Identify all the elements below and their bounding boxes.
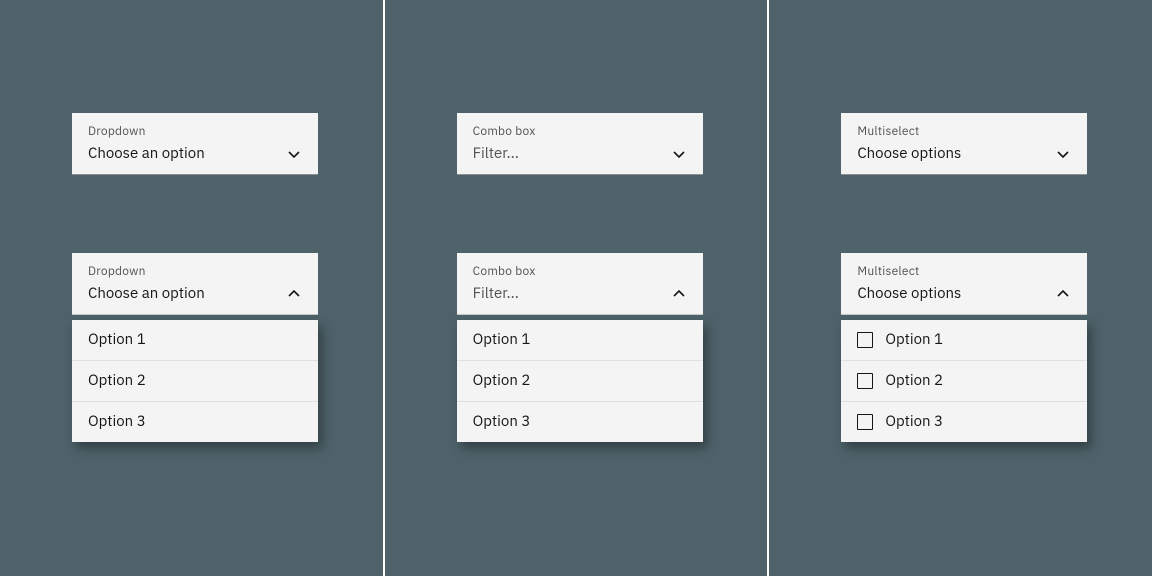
multiselect-closed-value: Choose options — [857, 144, 961, 164]
option-label: Option 1 — [885, 330, 943, 350]
panel-dropdown: Dropdown Choose an option Dropdown Choos… — [0, 0, 385, 576]
chevron-down-icon — [286, 146, 302, 162]
panel-multiselect: Multiselect Choose options Multiselect C… — [769, 0, 1152, 576]
combobox-open-row: Filter... — [473, 284, 687, 304]
option-label: Option 2 — [473, 371, 531, 391]
checkbox-icon[interactable] — [857, 373, 873, 389]
dropdown-option[interactable]: Option 2 — [72, 361, 318, 402]
option-label: Option 3 — [885, 412, 943, 432]
multiselect-option[interactable]: Option 2 — [841, 361, 1087, 402]
chevron-down-icon — [1055, 146, 1071, 162]
dropdown-closed-value: Choose an option — [88, 144, 205, 164]
combobox-open[interactable]: Combo box Filter... — [457, 253, 703, 315]
dropdown-menu: Option 1 Option 2 Option 3 — [72, 320, 318, 442]
checkbox-icon[interactable] — [857, 332, 873, 348]
combobox-menu: Option 1 Option 2 Option 3 — [457, 320, 703, 442]
multiselect-closed-label: Multiselect — [857, 124, 1071, 140]
option-label: Option 1 — [473, 330, 531, 350]
multiselect-open-label: Multiselect — [857, 264, 1071, 280]
combobox-closed-label: Combo box — [473, 124, 687, 140]
option-label: Option 2 — [88, 371, 146, 391]
multiselect-closed-row: Choose options — [857, 144, 1071, 164]
panel-combobox: Combo box Filter... Combo box Filter... … — [385, 0, 770, 576]
combobox-closed-value: Filter... — [473, 144, 519, 164]
option-label: Option 1 — [88, 330, 146, 350]
dropdown-open-value: Choose an option — [88, 284, 205, 304]
combobox-option[interactable]: Option 1 — [457, 320, 703, 361]
dropdown-open-row: Choose an option — [88, 284, 302, 304]
panels-container: Dropdown Choose an option Dropdown Choos… — [0, 0, 1152, 576]
option-label: Option 2 — [885, 371, 943, 391]
combobox-closed-row: Filter... — [473, 144, 687, 164]
multiselect-option[interactable]: Option 1 — [841, 320, 1087, 361]
multiselect-option[interactable]: Option 3 — [841, 402, 1087, 442]
dropdown-closed[interactable]: Dropdown Choose an option — [72, 113, 318, 175]
combobox-open-label: Combo box — [473, 264, 687, 280]
multiselect-open-row: Choose options — [857, 284, 1071, 304]
dropdown-closed-label: Dropdown — [88, 124, 302, 140]
dropdown-option[interactable]: Option 3 — [72, 402, 318, 442]
option-label: Option 3 — [88, 412, 146, 432]
option-label: Option 3 — [473, 412, 531, 432]
multiselect-open[interactable]: Multiselect Choose options — [841, 253, 1087, 315]
multiselect-menu: Option 1 Option 2 Option 3 — [841, 320, 1087, 442]
combobox-option[interactable]: Option 2 — [457, 361, 703, 402]
chevron-up-icon — [286, 286, 302, 302]
chevron-up-icon — [671, 286, 687, 302]
dropdown-closed-row: Choose an option — [88, 144, 302, 164]
dropdown-option[interactable]: Option 1 — [72, 320, 318, 361]
combobox-closed[interactable]: Combo box Filter... — [457, 113, 703, 175]
dropdown-open-label: Dropdown — [88, 264, 302, 280]
multiselect-open-value: Choose options — [857, 284, 961, 304]
chevron-down-icon — [671, 146, 687, 162]
multiselect-closed[interactable]: Multiselect Choose options — [841, 113, 1087, 175]
checkbox-icon[interactable] — [857, 414, 873, 430]
dropdown-open[interactable]: Dropdown Choose an option — [72, 253, 318, 315]
combobox-open-value: Filter... — [473, 284, 519, 304]
chevron-up-icon — [1055, 286, 1071, 302]
combobox-option[interactable]: Option 3 — [457, 402, 703, 442]
